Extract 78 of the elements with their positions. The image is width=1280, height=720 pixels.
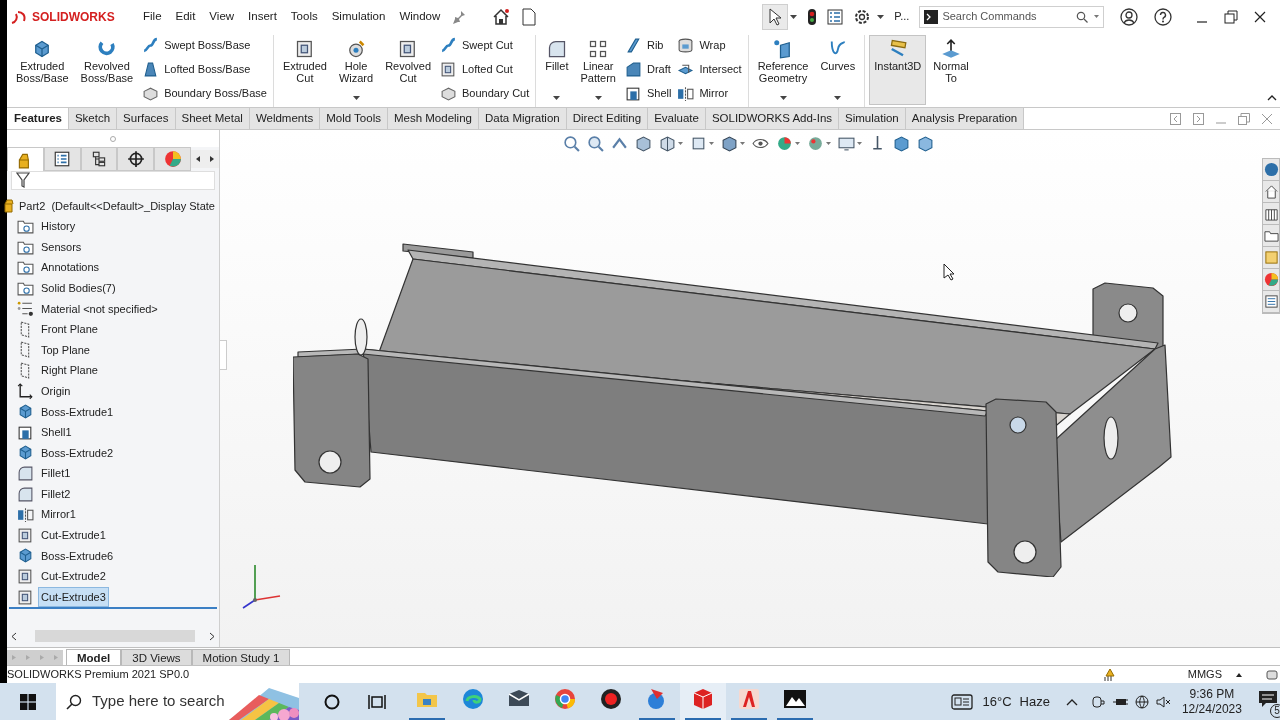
ribbon-button[interactable]: Swept Boss/Base [142,36,267,55]
ribbon-button[interactable]: Draft [624,60,672,79]
ribbon-tab[interactable]: Mesh Modeling [387,108,479,129]
ribbon-button[interactable]: Linear Pattern [575,35,621,105]
ribbon-button[interactable]: Revolved Cut [380,35,436,105]
ribbon-button[interactable]: Shell [624,84,672,103]
tree-item[interactable]: Annotations [38,257,103,278]
ribbon-button[interactable]: Extruded Boss/Base [11,35,74,105]
menu-item[interactable]: Window [393,5,447,28]
tree-item[interactable]: Shell1 [38,422,75,443]
clock-date[interactable]: 12/24/2023 [1181,701,1242,717]
ribbon-button[interactable]: Reference Geometry [752,35,814,105]
ribbon-tab[interactable]: Data Migration [478,108,567,129]
ribbon-button[interactable]: Boundary Boss/Base [142,84,267,103]
status-text: SOLIDWORKS Premium 2021 SP0.0 [7,667,190,683]
tree-item[interactable]: Cut-Extrude1 [38,525,109,546]
taskbar-search-field[interactable]: Type here to search [92,690,230,713]
tree-item[interactable]: Cut-Extrude2 [38,566,109,587]
menu-item[interactable]: Tools [284,5,324,28]
model-tab[interactable]: 3D Views [121,649,192,665]
tree-item[interactable]: Fillet2 [38,483,74,505]
menu-item[interactable]: Insert [242,5,283,28]
ribbon-button[interactable]: Intersect [677,60,742,79]
tree-item[interactable]: Boss-Extrude6 [38,545,117,567]
taskbar-search-box[interactable]: Type here to search [56,683,300,720]
model-tab[interactable]: Motion Study 1 [191,649,291,665]
search-field[interactable]: Search Commands [942,8,1077,25]
model-tab[interactable]: Model [66,649,122,665]
tree-item[interactable]: Solid Bodies(7) [38,277,119,299]
ribbon-button[interactable]: Wrap [677,36,742,55]
tree-item[interactable]: Boss-Extrude1 [38,401,117,422]
ribbon-tab[interactable]: Mold Tools [320,108,388,129]
clock-time[interactable]: 9:36 PM [1189,686,1235,702]
ribbon-button[interactable]: Boundary Cut [440,84,530,103]
ribbon-button[interactable]: Lofted Cut [440,60,530,79]
temperature-text[interactable]: 16°C [982,691,1012,712]
ribbon-tab[interactable]: Sheet Metal [175,108,250,129]
tree-item[interactable]: Fillet1 [38,463,74,484]
units-selector[interactable]: MMGS [1187,666,1222,683]
tree-root[interactable]: Part2 (Default<<Default>_Display State [19,197,215,215]
tree-item[interactable]: Front Plane [38,319,101,340]
ribbon-tab[interactable]: Surfaces [117,108,176,129]
tree-item[interactable]: Top Plane [38,339,93,361]
ribbon-tab[interactable]: Simulation [839,108,906,129]
ribbon-button[interactable]: Normal To [928,35,974,105]
ribbon-tab[interactable]: Sketch [68,108,118,129]
tree-item[interactable]: Material <not specified> [38,298,161,320]
tree-item[interactable]: Mirror1 [38,504,79,525]
weather-text[interactable]: Haze [1019,691,1050,712]
app-logo: SOLIDWORKS [32,8,115,26]
ribbon-button[interactable]: Fillet [540,35,574,105]
ribbon-button[interactable]: Instant3D [869,35,927,105]
ribbon-tab[interactable]: Analysis Preparation [905,108,1025,129]
tree-item[interactable]: Boss-Extrude2 [38,442,117,464]
ribbon-button[interactable]: Mirror [677,84,742,103]
ribbon-button[interactable]: Revolved Boss/Base [75,35,139,105]
menu-item[interactable]: Edit [169,5,202,28]
overflow-menu[interactable]: P... [894,8,910,25]
ribbon-tab[interactable]: Weldments [249,108,321,129]
ribbon-tab[interactable]: Evaluate [648,108,706,129]
ribbon-button[interactable]: Extruded Cut [277,35,332,105]
tree-item[interactable]: Cut-Extrude3 [38,586,109,608]
ribbon-button[interactable]: Hole Wizard [333,35,379,105]
ribbon-button[interactable]: Lofted Boss/Base [142,60,267,79]
ribbon-tab[interactable]: Direct Editing [566,108,649,129]
ribbon-button[interactable]: Curves [815,35,861,105]
notification-count: 5 [1270,703,1280,718]
ribbon-tab[interactable]: SOLIDWORKS Add-Ins [705,108,840,129]
search-box[interactable]: Search Commands [919,5,1105,28]
ribbon-button[interactable]: Rib [624,36,672,55]
menu-item[interactable]: View [203,5,241,28]
tree-item[interactable]: Sensors [38,236,85,258]
menu-item[interactable]: File [137,5,168,28]
tree-item[interactable]: History [38,216,79,237]
tree-item[interactable]: Origin [38,380,74,402]
ribbon-button[interactable]: Swept Cut [440,36,530,55]
menu-item[interactable]: Simulation [325,5,392,28]
tree-item[interactable]: Right Plane [38,360,101,381]
